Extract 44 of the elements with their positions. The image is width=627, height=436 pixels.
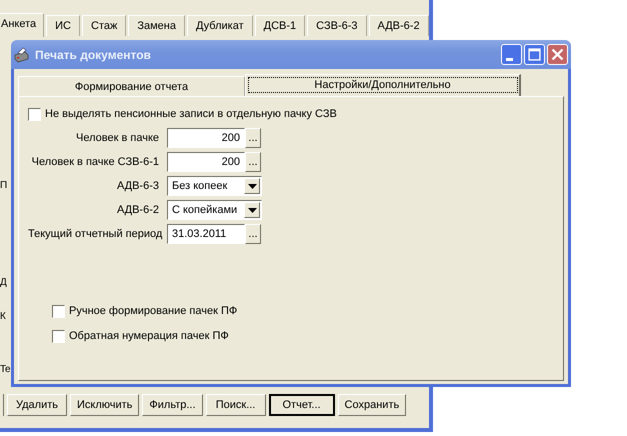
- toolbar-button[interactable]: Поиск...: [206, 394, 266, 416]
- input-field[interactable]: 200: [167, 152, 245, 172]
- label-fragment: Те: [0, 364, 10, 376]
- dropdown[interactable]: С копейками: [167, 200, 262, 220]
- minimize-icon: [506, 58, 513, 60]
- minimize-button[interactable]: [501, 44, 522, 65]
- input-field[interactable]: 31.03.2011: [167, 224, 245, 244]
- tab[interactable]: АДВ-6-2: [368, 15, 429, 36]
- field-label: Человек в пачке СЗВ-6-1: [30, 156, 159, 168]
- tab[interactable]: Настройки/Дополнительно: [245, 74, 521, 96]
- window-title: Печать документов: [35, 48, 152, 62]
- label-fragment: К: [0, 311, 6, 323]
- checkbox[interactable]: [28, 108, 41, 120]
- field-label: АДВ-6-3: [116, 180, 159, 192]
- tab[interactable]: СЗВ-6-3: [307, 15, 367, 36]
- label-fragment: П: [0, 180, 7, 192]
- checkbox[interactable]: [52, 330, 65, 342]
- input-field[interactable]: 200: [167, 128, 245, 148]
- ellipsis-button[interactable]: ...: [245, 224, 261, 244]
- checkbox-label: Обратная нумерация пачек ПФ: [69, 330, 229, 342]
- tab[interactable]: Замена: [128, 15, 185, 36]
- field-label: АДВ-6-2: [116, 204, 159, 216]
- checkbox-label: Ручное формирование пачек ПФ: [69, 305, 238, 317]
- tab[interactable]: ДСВ-1: [254, 15, 306, 36]
- label-fragment: Д: [0, 277, 6, 289]
- checkbox-label: Не выделять пенсионные записи в отдельную пачку СЗВ: [45, 108, 337, 120]
- tab[interactable]: Анкета: [0, 13, 44, 37]
- field-label: Человек в пачке: [75, 132, 159, 144]
- close-button[interactable]: [547, 44, 568, 65]
- toolbar-button[interactable]: Отчет...: [268, 394, 335, 416]
- tab[interactable]: Стаж: [82, 15, 126, 36]
- toolbar-button[interactable]: Удалить: [7, 394, 67, 416]
- maximize-button[interactable]: [524, 44, 545, 65]
- toolbar-button[interactable]: Сохранить: [338, 394, 406, 416]
- toolbar-button[interactable]: Фильтр...: [142, 394, 203, 416]
- dropdown[interactable]: Без копеек: [167, 176, 262, 196]
- ellipsis-button[interactable]: ...: [245, 128, 261, 148]
- tab[interactable]: Формирование отчета: [18, 76, 245, 96]
- toolbar-button[interactable]: Исключить: [70, 394, 140, 416]
- printer-icon: [13, 46, 29, 62]
- ellipsis-button[interactable]: ...: [245, 152, 261, 172]
- checkbox[interactable]: [52, 304, 65, 318]
- tab[interactable]: ИС: [46, 15, 80, 36]
- tab[interactable]: Дубликат: [186, 15, 253, 36]
